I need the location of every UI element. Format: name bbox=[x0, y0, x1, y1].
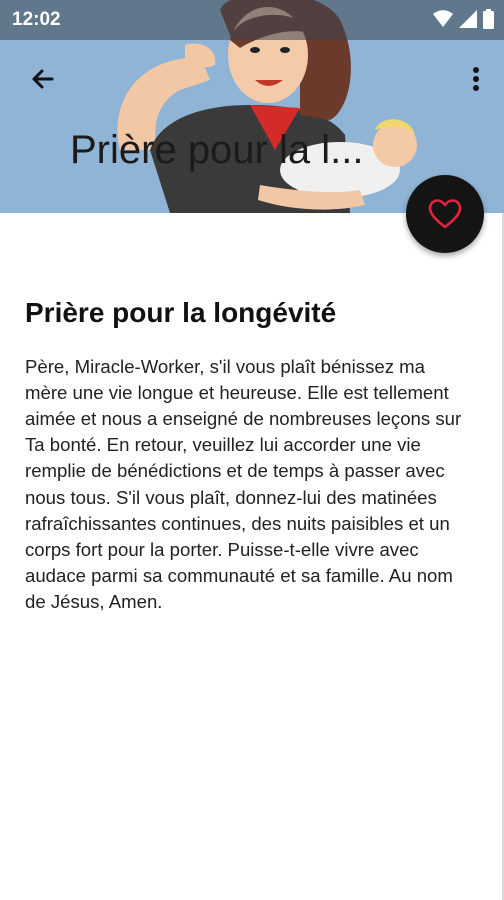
article-title: Prière pour la longévité bbox=[25, 297, 337, 328]
more-vert-icon[interactable] bbox=[464, 62, 488, 98]
heart-outline-icon bbox=[428, 199, 462, 229]
favorite-button[interactable] bbox=[406, 175, 484, 253]
arrow-back-icon[interactable] bbox=[22, 60, 62, 100]
battery-icon bbox=[483, 9, 494, 29]
status-bar: 12:02 bbox=[0, 0, 504, 40]
article-body: Père, Miracle-Worker, s'il vous plaît bé… bbox=[25, 355, 462, 613]
cellular-signal-icon bbox=[459, 10, 477, 28]
collapsed-toolbar-title: Prière pour la l... bbox=[70, 128, 364, 172]
status-time: 12:02 bbox=[12, 9, 61, 30]
wifi-icon bbox=[433, 10, 453, 27]
article-content: Prière pour la longévité Père, Miracle-W… bbox=[25, 296, 470, 616]
